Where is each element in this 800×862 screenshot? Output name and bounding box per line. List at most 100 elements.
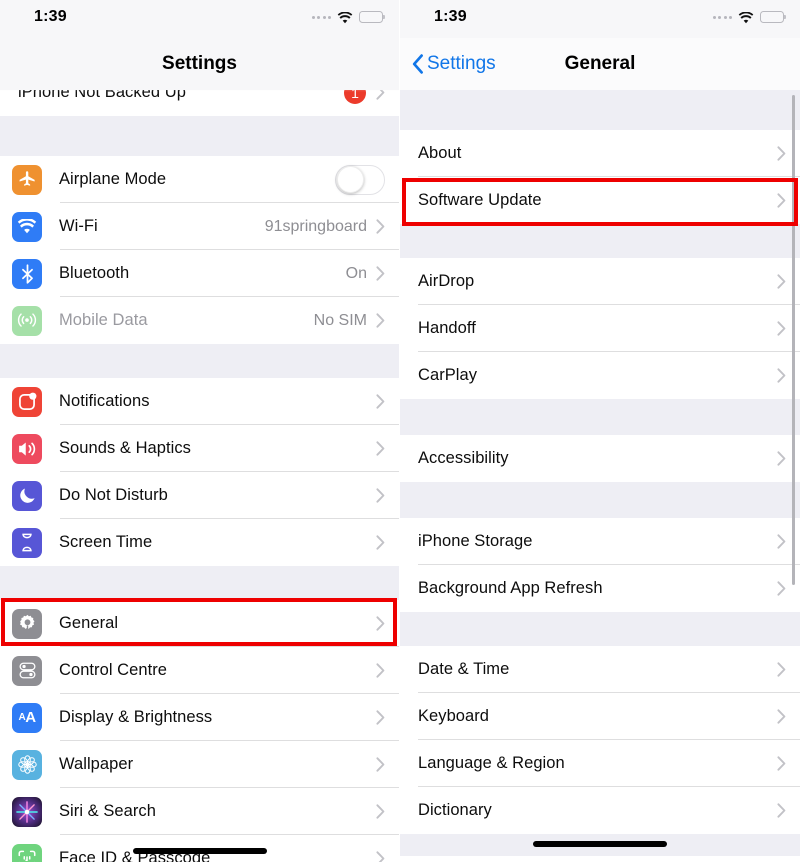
group-storage: iPhone Storage Background App Refresh [400,518,800,612]
list-item-date-time[interactable]: Date & Time [400,646,800,693]
list-item-iphone-not-backed-up[interactable]: iPhone Not Backed Up 1 [0,90,399,116]
list-item-label: Siri & Search [59,802,156,820]
section-gap [400,399,800,435]
list-item-value: On [345,264,367,282]
gear-icon [12,608,42,639]
chevron-right-icon [777,803,786,818]
list-item-label: Background App Refresh [418,579,603,597]
airplane-mode-toggle[interactable] [335,164,385,195]
list-item-label: Sounds & Haptics [59,439,191,457]
group-localization: Date & Time Keyboard Language & Region D… [400,646,800,834]
list-item-label: iPhone Not Backed Up [18,90,186,101]
chevron-right-icon [376,616,385,631]
list-item-display-brightness[interactable]: AA Display & Brightness [0,694,399,741]
list-item-do-not-disturb[interactable]: Do Not Disturb [0,472,399,519]
list-item-airdrop[interactable]: AirDrop [400,258,800,305]
sounds-icon [12,433,42,464]
list-item-language-region[interactable]: Language & Region [400,740,800,787]
chevron-right-icon [777,534,786,549]
list-item-label: General [59,614,119,632]
display-brightness-icon: AA [12,702,42,733]
list-item-iphone-storage[interactable]: iPhone Storage [400,518,800,565]
right-general-list[interactable]: About Software Update AirDrop Handoff Ca… [400,90,800,862]
moon-icon [12,480,42,511]
home-indicator [133,848,267,854]
list-item-siri-search[interactable]: Siri & Search [0,788,399,835]
list-item-dictionary[interactable]: Dictionary [400,787,800,834]
battery-low-icon [359,11,386,23]
left-nav-bar: Settings [0,38,399,90]
list-item-software-update[interactable]: Software Update [400,177,800,224]
chevron-right-icon [777,146,786,161]
list-item-control-centre[interactable]: Control Centre [0,647,399,694]
vertical-scrollbar[interactable] [792,95,795,585]
chevron-right-icon [376,851,385,862]
signal-dots-icon [311,15,331,19]
group-connectivity: Airplane Mode Wi-Fi 91springboard Blueto… [0,156,399,344]
dual-screenshot-container: 1:39 Settings iPhone Not Backed Up 1 Air… [0,0,800,862]
list-item-label: Language & Region [418,754,565,772]
list-item-bluetooth[interactable]: Bluetooth On [0,250,399,297]
group-notifications: Notifications Sounds & Haptics Do Not Di… [0,378,399,566]
right-nav-bar: Settings General [400,38,800,90]
chevron-right-icon [777,581,786,596]
status-time: 1:39 [434,8,467,25]
chevron-right-icon [777,193,786,208]
right-phone-screen-general: 1:39 Settings General About Software Upd… [400,0,800,862]
list-item-label: iPhone Storage [418,532,533,550]
list-item-sounds-haptics[interactable]: Sounds & Haptics [0,425,399,472]
chevron-right-icon [376,266,385,281]
chevron-right-icon [376,90,385,100]
list-item-notifications[interactable]: Notifications [0,378,399,425]
face-id-icon [12,843,42,862]
list-item-label: CarPlay [418,366,478,384]
list-item-background-app-refresh[interactable]: Background App Refresh [400,565,800,612]
status-indicators [712,11,787,24]
list-item-label: Accessibility [418,449,509,467]
list-item-general[interactable]: General [0,600,399,647]
list-item-wallpaper[interactable]: Wallpaper [0,741,399,788]
list-item-about[interactable]: About [400,130,800,177]
list-item-label: Bluetooth [59,264,130,282]
chevron-right-icon [777,451,786,466]
list-item-label: Keyboard [418,707,490,725]
wifi-icon [337,11,353,24]
list-item-label: Display & Brightness [59,708,213,726]
chevron-right-icon [376,488,385,503]
group-connectivity-features: AirDrop Handoff CarPlay [400,258,800,399]
chevron-right-icon [777,274,786,289]
chevron-right-icon [777,756,786,771]
section-gap [0,566,399,600]
wifi-icon [738,11,754,24]
page-title: Settings [162,53,237,74]
list-item-label: Dictionary [418,801,492,819]
list-item-wifi[interactable]: Wi-Fi 91springboard [0,203,399,250]
cellular-icon [12,305,42,336]
list-item-mobile-data[interactable]: Mobile Data No SIM [0,297,399,344]
chevron-right-icon [777,321,786,336]
list-item-accessibility[interactable]: Accessibility [400,435,800,482]
section-gap [400,224,800,258]
siri-icon [12,796,42,827]
status-time: 1:39 [34,8,67,25]
right-status-bar: 1:39 [400,0,800,38]
list-item-label: Airplane Mode [59,170,167,188]
list-item-label: AirDrop [418,272,475,290]
list-item-label: Software Update [418,191,542,209]
chevron-right-icon [376,663,385,678]
chevron-right-icon [376,535,385,550]
list-item-airplane-mode[interactable]: Airplane Mode [0,156,399,203]
list-item-label: Date & Time [418,660,510,678]
list-item-label: Notifications [59,392,150,410]
left-status-bar: 1:39 [0,0,399,38]
list-item-label: Wallpaper [59,755,134,773]
list-item-carplay[interactable]: CarPlay [400,352,800,399]
chevron-right-icon [376,757,385,772]
chevron-right-icon [376,394,385,409]
left-settings-list[interactable]: iPhone Not Backed Up 1 Airplane Mode Wi-… [0,90,399,862]
list-item-handoff[interactable]: Handoff [400,305,800,352]
list-item-screen-time[interactable]: Screen Time [0,519,399,566]
section-gap [400,612,800,646]
list-item-label: Do Not Disturb [59,486,168,504]
list-item-keyboard[interactable]: Keyboard [400,693,800,740]
